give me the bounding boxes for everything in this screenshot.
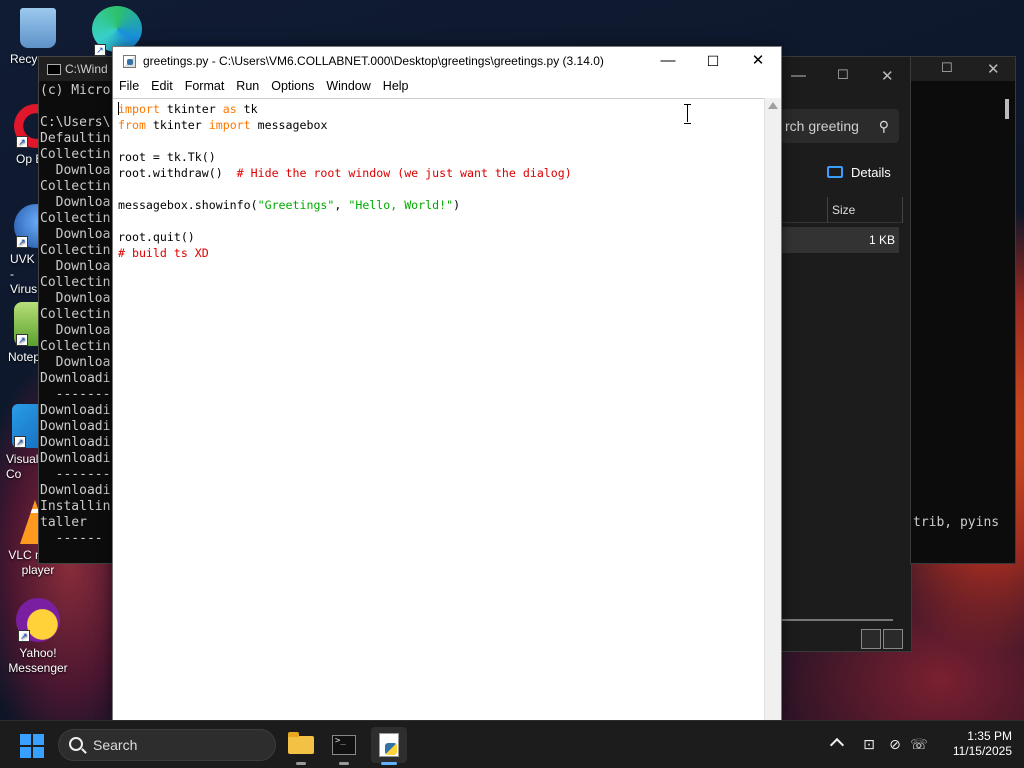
code-line-1: import tkinter as tk — [118, 102, 258, 116]
details-view-icon[interactable] — [861, 629, 881, 649]
menu-format[interactable]: Format — [179, 75, 231, 97]
terminal-window-controls: ☐ ✕ — [911, 57, 1015, 81]
code-token: messagebox — [250, 118, 328, 132]
terminal-window[interactable]: ☐ ✕ trib, pyins — [910, 56, 1016, 564]
file-explorer-window[interactable]: — ☐ ✕ rch greeting ⚲ Details Size 1 KB — [780, 56, 912, 652]
explorer-search-text: rch greeting — [785, 118, 859, 134]
string-literal: "Hello, World!" — [348, 198, 454, 212]
code-token: tkinter — [159, 102, 223, 116]
details-pane-icon — [827, 166, 843, 178]
code-line-4: root = tk.Tk() — [118, 150, 216, 164]
search-label: Search — [93, 737, 138, 753]
code-line-2: from tkinter import messagebox — [118, 118, 327, 132]
menu-run[interactable]: Run — [230, 75, 265, 97]
code-text[interactable]: import tkinter as tk from tkinter import… — [113, 99, 764, 261]
python-file-icon — [123, 55, 136, 68]
desktop-icon-yahoo-messenger[interactable]: ↗ Yahoo! Messenger — [0, 598, 76, 676]
console-icon — [47, 64, 61, 76]
idle-editor-window[interactable]: greetings.py - C:\Users\VM6.COLLABNET.00… — [112, 46, 782, 720]
explorer-window-controls: — ☐ ✕ — [781, 57, 911, 93]
notification-icon[interactable]: ☏ — [910, 735, 928, 753]
code-token: root.withdraw() — [118, 166, 237, 180]
yahoo-messenger-icon: ↗ — [16, 598, 60, 642]
explorer-column-header: Size — [781, 197, 903, 223]
taskbar: Search >_ ⊡ ⊘ ☏ 1:35 PM 11/15/2025 — [0, 720, 1024, 768]
code-line-9: root.quit() — [118, 230, 195, 244]
code-line-5: root.withdraw() # Hide the root window (… — [118, 166, 572, 180]
keyword: as — [222, 102, 237, 116]
taskbar-terminal[interactable]: >_ — [326, 727, 362, 765]
scroll-up-arrow-icon[interactable] — [768, 102, 778, 109]
running-indicator — [339, 762, 349, 765]
menu-file[interactable]: File — [113, 75, 145, 97]
clock-date: 11/15/2025 — [952, 744, 1012, 758]
close-icon[interactable]: ✕ — [881, 67, 894, 85]
volume-muted-icon[interactable]: ⊘ — [886, 735, 904, 753]
recycle-bin-icon — [20, 8, 56, 48]
view-toggle — [859, 629, 903, 651]
folder-icon — [288, 732, 314, 754]
minimize-button[interactable]: — — [645, 47, 691, 75]
menu-edit[interactable]: Edit — [145, 75, 179, 97]
python-idle-icon — [379, 733, 399, 757]
running-indicator — [296, 762, 306, 765]
explorer-scrollbar[interactable] — [781, 619, 893, 621]
code-line-10: # build ts XD — [118, 246, 209, 260]
terminal-icon: >_ — [332, 735, 356, 755]
keyword: import — [208, 118, 251, 132]
vertical-scrollbar[interactable] — [764, 98, 781, 720]
file-size: 1 KB — [868, 233, 895, 247]
keyword: from — [118, 118, 146, 132]
menu-window[interactable]: Window — [320, 75, 376, 97]
string-literal: "Greetings" — [257, 198, 335, 212]
ibeam-cursor-icon — [684, 104, 691, 124]
close-button[interactable]: ✕ — [735, 47, 781, 75]
search-icon[interactable]: ⚲ — [879, 109, 889, 143]
size-column-header[interactable]: Size — [827, 197, 903, 223]
code-token: , — [334, 198, 349, 212]
taskbar-search[interactable]: Search — [58, 729, 276, 761]
details-label: Details — [851, 165, 891, 180]
maximize-button[interactable]: ☐ — [690, 47, 736, 75]
taskbar-file-explorer[interactable] — [283, 727, 319, 765]
windows-logo-icon — [20, 734, 31, 745]
desktop-icon-label: Yahoo! Messenger — [8, 646, 68, 675]
tiles-view-icon[interactable] — [883, 629, 903, 649]
taskbar-clock[interactable]: 1:35 PM 11/15/2025 — [936, 729, 1012, 759]
code-line-7: messagebox.showinfo("Greetings", "Hello,… — [118, 198, 460, 212]
code-token: messagebox.showinfo( — [118, 198, 258, 212]
file-row[interactable]: 1 KB — [781, 227, 899, 253]
show-hidden-icons-chevron-icon[interactable] — [830, 735, 844, 749]
maximize-icon[interactable]: ☐ — [941, 60, 953, 76]
shortcut-arrow-icon: ↗ — [94, 44, 106, 56]
code-token: ) — [453, 198, 461, 212]
idle-titlebar[interactable]: greetings.py - C:\Users\VM6.COLLABNET.00… — [113, 47, 781, 75]
keyword: import — [118, 102, 160, 116]
menu-bar: File Edit Format Run Options Window Help — [113, 75, 781, 97]
code-editor[interactable]: import tkinter as tk from tkinter import… — [113, 98, 764, 720]
console-title: C:\Wind — [65, 62, 108, 76]
close-icon[interactable]: ✕ — [987, 60, 1000, 78]
code-token: tk — [236, 102, 258, 116]
terminal-scrollbar[interactable] — [1005, 99, 1009, 119]
comment: # Hide the root window (we just want the… — [236, 166, 572, 180]
taskbar-python-idle[interactable] — [371, 727, 407, 765]
start-button[interactable] — [20, 734, 44, 758]
terminal-output: trib, pyins — [913, 515, 1000, 530]
search-icon — [69, 737, 83, 751]
menu-help[interactable]: Help — [377, 75, 415, 97]
desktop-icon-label: UVK - Virus — [10, 252, 38, 296]
menu-options[interactable]: Options — [265, 75, 320, 97]
active-indicator — [381, 762, 397, 765]
details-pane-button[interactable]: Details — [827, 165, 891, 180]
desktop: Recyc ↗ ↗ Op Brow ↗ UVK - Virus ↗ Notep … — [0, 0, 1024, 720]
maximize-icon[interactable]: ☐ — [837, 67, 849, 83]
minimize-icon[interactable]: — — [791, 67, 806, 84]
explorer-search-box[interactable]: rch greeting ⚲ — [781, 109, 899, 143]
network-icon[interactable]: ⊡ — [860, 735, 878, 753]
clock-time: 1:35 PM — [967, 729, 1012, 743]
code-token: tkinter — [145, 118, 209, 132]
window-title: greetings.py - C:\Users\VM6.COLLABNET.00… — [143, 54, 604, 68]
